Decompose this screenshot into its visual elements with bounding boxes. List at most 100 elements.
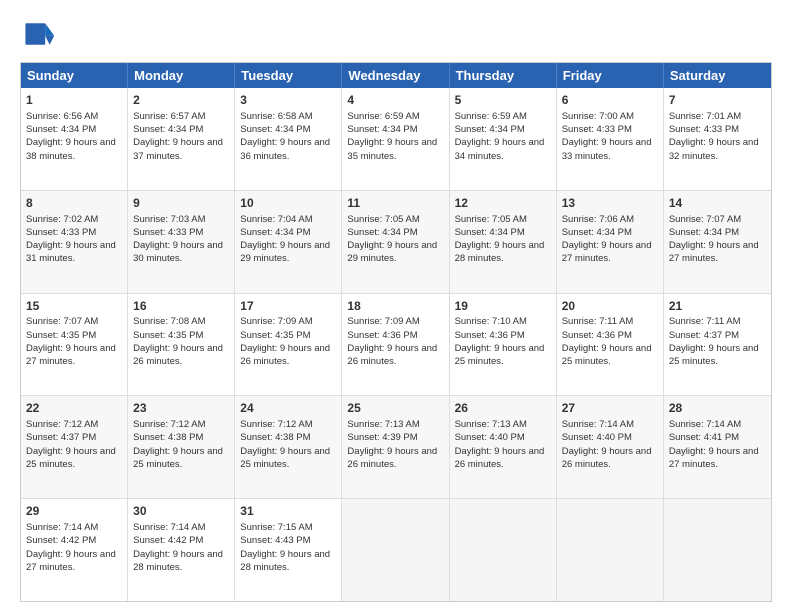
day-number: 1 — [26, 92, 122, 109]
day-number: 29 — [26, 503, 122, 520]
day-number: 12 — [455, 195, 551, 212]
calendar-cell: 22Sunrise: 7:12 AMSunset: 4:37 PMDayligh… — [21, 396, 128, 498]
calendar-cell — [450, 499, 557, 601]
day-info: Sunrise: 6:59 AMSunset: 4:34 PMDaylight:… — [347, 110, 443, 163]
calendar-cell: 8Sunrise: 7:02 AMSunset: 4:33 PMDaylight… — [21, 191, 128, 293]
day-number: 31 — [240, 503, 336, 520]
day-info: Sunrise: 7:15 AMSunset: 4:43 PMDaylight:… — [240, 521, 336, 574]
day-number: 28 — [669, 400, 766, 417]
day-info: Sunrise: 7:13 AMSunset: 4:39 PMDaylight:… — [347, 418, 443, 471]
calendar-cell: 6Sunrise: 7:00 AMSunset: 4:33 PMDaylight… — [557, 88, 664, 190]
calendar-body: 1Sunrise: 6:56 AMSunset: 4:34 PMDaylight… — [21, 88, 771, 601]
calendar: SundayMondayTuesdayWednesdayThursdayFrid… — [20, 62, 772, 602]
calendar-cell: 30Sunrise: 7:14 AMSunset: 4:42 PMDayligh… — [128, 499, 235, 601]
day-number: 3 — [240, 92, 336, 109]
header-day-wednesday: Wednesday — [342, 63, 449, 88]
day-number: 8 — [26, 195, 122, 212]
calendar-week-5: 29Sunrise: 7:14 AMSunset: 4:42 PMDayligh… — [21, 499, 771, 601]
calendar-cell: 1Sunrise: 6:56 AMSunset: 4:34 PMDaylight… — [21, 88, 128, 190]
calendar-cell — [557, 499, 664, 601]
day-info: Sunrise: 6:59 AMSunset: 4:34 PMDaylight:… — [455, 110, 551, 163]
day-number: 30 — [133, 503, 229, 520]
day-number: 15 — [26, 298, 122, 315]
day-info: Sunrise: 7:12 AMSunset: 4:37 PMDaylight:… — [26, 418, 122, 471]
calendar-cell: 16Sunrise: 7:08 AMSunset: 4:35 PMDayligh… — [128, 294, 235, 396]
day-number: 5 — [455, 92, 551, 109]
day-number: 6 — [562, 92, 658, 109]
header-day-sunday: Sunday — [21, 63, 128, 88]
day-info: Sunrise: 7:07 AMSunset: 4:35 PMDaylight:… — [26, 315, 122, 368]
day-number: 20 — [562, 298, 658, 315]
day-number: 9 — [133, 195, 229, 212]
day-info: Sunrise: 7:04 AMSunset: 4:34 PMDaylight:… — [240, 213, 336, 266]
calendar-cell: 15Sunrise: 7:07 AMSunset: 4:35 PMDayligh… — [21, 294, 128, 396]
day-info: Sunrise: 6:56 AMSunset: 4:34 PMDaylight:… — [26, 110, 122, 163]
logo-icon — [20, 16, 56, 52]
day-info: Sunrise: 7:00 AMSunset: 4:33 PMDaylight:… — [562, 110, 658, 163]
day-number: 23 — [133, 400, 229, 417]
header — [20, 16, 772, 52]
day-number: 13 — [562, 195, 658, 212]
calendar-cell — [342, 499, 449, 601]
calendar-cell: 10Sunrise: 7:04 AMSunset: 4:34 PMDayligh… — [235, 191, 342, 293]
calendar-cell: 14Sunrise: 7:07 AMSunset: 4:34 PMDayligh… — [664, 191, 771, 293]
calendar-cell: 17Sunrise: 7:09 AMSunset: 4:35 PMDayligh… — [235, 294, 342, 396]
day-info: Sunrise: 7:01 AMSunset: 4:33 PMDaylight:… — [669, 110, 766, 163]
day-info: Sunrise: 7:06 AMSunset: 4:34 PMDaylight:… — [562, 213, 658, 266]
calendar-cell: 13Sunrise: 7:06 AMSunset: 4:34 PMDayligh… — [557, 191, 664, 293]
day-number: 25 — [347, 400, 443, 417]
day-info: Sunrise: 7:14 AMSunset: 4:42 PMDaylight:… — [26, 521, 122, 574]
header-day-tuesday: Tuesday — [235, 63, 342, 88]
day-number: 18 — [347, 298, 443, 315]
calendar-cell: 2Sunrise: 6:57 AMSunset: 4:34 PMDaylight… — [128, 88, 235, 190]
calendar-cell: 5Sunrise: 6:59 AMSunset: 4:34 PMDaylight… — [450, 88, 557, 190]
day-number: 21 — [669, 298, 766, 315]
calendar-cell: 3Sunrise: 6:58 AMSunset: 4:34 PMDaylight… — [235, 88, 342, 190]
day-number: 17 — [240, 298, 336, 315]
day-info: Sunrise: 6:58 AMSunset: 4:34 PMDaylight:… — [240, 110, 336, 163]
day-info: Sunrise: 7:02 AMSunset: 4:33 PMDaylight:… — [26, 213, 122, 266]
day-number: 27 — [562, 400, 658, 417]
day-info: Sunrise: 7:09 AMSunset: 4:35 PMDaylight:… — [240, 315, 336, 368]
calendar-week-4: 22Sunrise: 7:12 AMSunset: 4:37 PMDayligh… — [21, 396, 771, 499]
day-info: Sunrise: 7:14 AMSunset: 4:40 PMDaylight:… — [562, 418, 658, 471]
day-number: 22 — [26, 400, 122, 417]
day-info: Sunrise: 7:11 AMSunset: 4:37 PMDaylight:… — [669, 315, 766, 368]
calendar-cell: 20Sunrise: 7:11 AMSunset: 4:36 PMDayligh… — [557, 294, 664, 396]
day-info: Sunrise: 7:14 AMSunset: 4:41 PMDaylight:… — [669, 418, 766, 471]
day-number: 10 — [240, 195, 336, 212]
calendar-cell: 29Sunrise: 7:14 AMSunset: 4:42 PMDayligh… — [21, 499, 128, 601]
day-info: Sunrise: 7:10 AMSunset: 4:36 PMDaylight:… — [455, 315, 551, 368]
calendar-cell: 27Sunrise: 7:14 AMSunset: 4:40 PMDayligh… — [557, 396, 664, 498]
page: SundayMondayTuesdayWednesdayThursdayFrid… — [0, 0, 792, 612]
day-number: 26 — [455, 400, 551, 417]
day-info: Sunrise: 7:11 AMSunset: 4:36 PMDaylight:… — [562, 315, 658, 368]
day-info: Sunrise: 7:03 AMSunset: 4:33 PMDaylight:… — [133, 213, 229, 266]
header-day-friday: Friday — [557, 63, 664, 88]
day-info: Sunrise: 7:13 AMSunset: 4:40 PMDaylight:… — [455, 418, 551, 471]
calendar-cell: 19Sunrise: 7:10 AMSunset: 4:36 PMDayligh… — [450, 294, 557, 396]
day-number: 4 — [347, 92, 443, 109]
day-info: Sunrise: 7:08 AMSunset: 4:35 PMDaylight:… — [133, 315, 229, 368]
day-info: Sunrise: 7:09 AMSunset: 4:36 PMDaylight:… — [347, 315, 443, 368]
calendar-week-2: 8Sunrise: 7:02 AMSunset: 4:33 PMDaylight… — [21, 191, 771, 294]
day-info: Sunrise: 7:12 AMSunset: 4:38 PMDaylight:… — [133, 418, 229, 471]
day-number: 16 — [133, 298, 229, 315]
calendar-week-1: 1Sunrise: 6:56 AMSunset: 4:34 PMDaylight… — [21, 88, 771, 191]
day-info: Sunrise: 6:57 AMSunset: 4:34 PMDaylight:… — [133, 110, 229, 163]
calendar-cell: 21Sunrise: 7:11 AMSunset: 4:37 PMDayligh… — [664, 294, 771, 396]
header-day-thursday: Thursday — [450, 63, 557, 88]
calendar-cell: 9Sunrise: 7:03 AMSunset: 4:33 PMDaylight… — [128, 191, 235, 293]
calendar-cell: 24Sunrise: 7:12 AMSunset: 4:38 PMDayligh… — [235, 396, 342, 498]
day-info: Sunrise: 7:07 AMSunset: 4:34 PMDaylight:… — [669, 213, 766, 266]
day-number: 24 — [240, 400, 336, 417]
calendar-week-3: 15Sunrise: 7:07 AMSunset: 4:35 PMDayligh… — [21, 294, 771, 397]
calendar-cell: 28Sunrise: 7:14 AMSunset: 4:41 PMDayligh… — [664, 396, 771, 498]
calendar-cell: 18Sunrise: 7:09 AMSunset: 4:36 PMDayligh… — [342, 294, 449, 396]
day-number: 11 — [347, 195, 443, 212]
day-number: 14 — [669, 195, 766, 212]
day-info: Sunrise: 7:05 AMSunset: 4:34 PMDaylight:… — [455, 213, 551, 266]
header-day-monday: Monday — [128, 63, 235, 88]
calendar-cell: 7Sunrise: 7:01 AMSunset: 4:33 PMDaylight… — [664, 88, 771, 190]
day-info: Sunrise: 7:05 AMSunset: 4:34 PMDaylight:… — [347, 213, 443, 266]
